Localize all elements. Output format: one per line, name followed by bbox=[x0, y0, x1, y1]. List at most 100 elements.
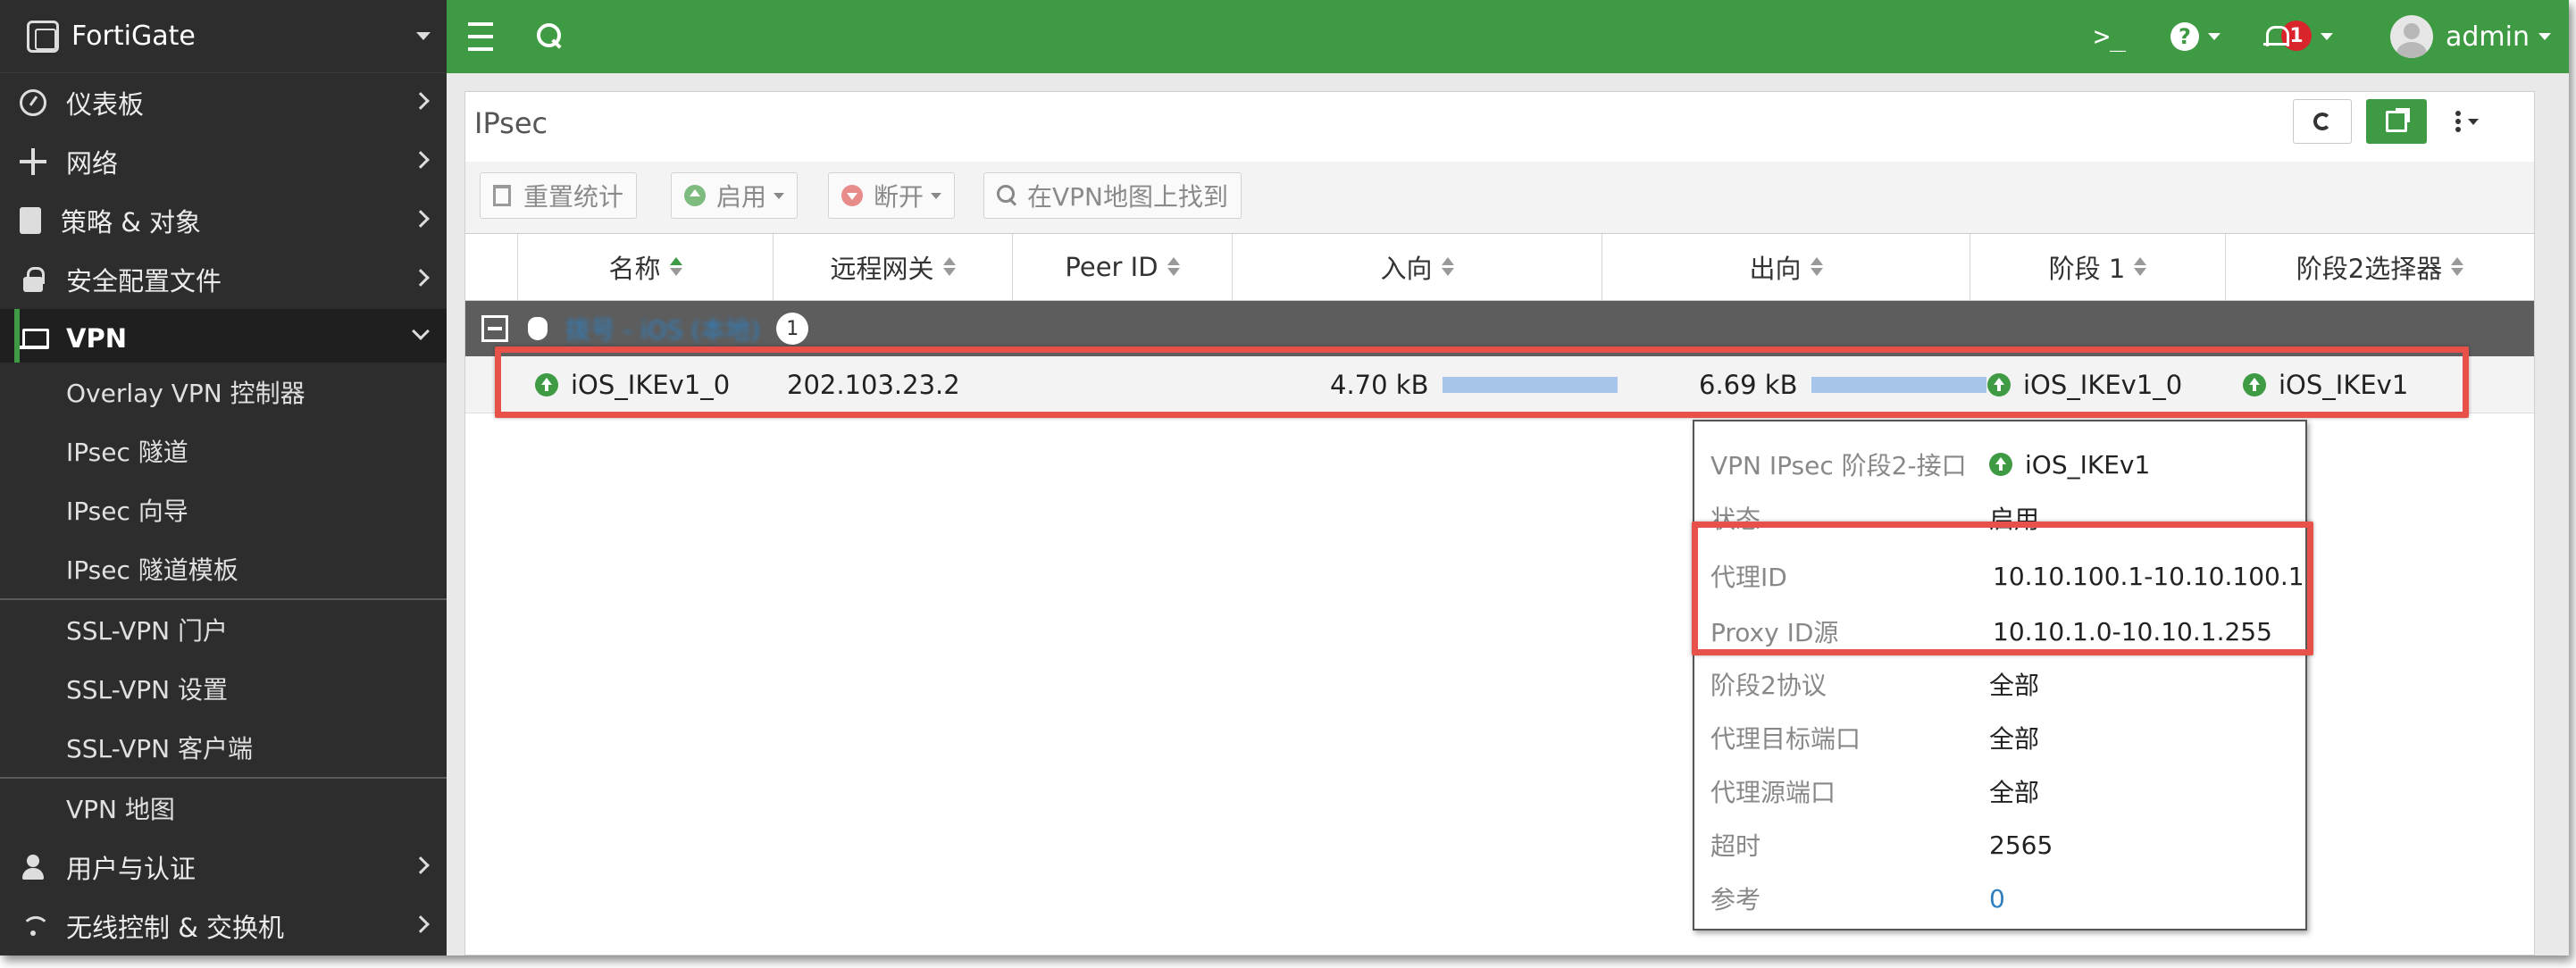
lock-icon bbox=[20, 266, 46, 293]
chevron-down-icon bbox=[774, 192, 785, 199]
sidebar-item-label: 仪表板 bbox=[66, 89, 145, 120]
table-header: 名称 远程网关 Peer ID 入向 出向 阶段 1 阶段2选择器 bbox=[465, 233, 2534, 301]
chevron-down-icon bbox=[412, 322, 430, 340]
apple-icon bbox=[528, 317, 548, 340]
refresh-button[interactable] bbox=[2293, 99, 2352, 144]
arrow-down-circle-icon bbox=[841, 185, 863, 206]
column-header-label: 远程网关 bbox=[830, 254, 934, 284]
column-header-outgoing[interactable]: 出向 bbox=[1602, 234, 1970, 300]
collapse-icon[interactable] bbox=[481, 315, 508, 342]
sidebar-item-label: 安全配置文件 bbox=[66, 266, 222, 296]
chevron-right-icon bbox=[412, 151, 430, 169]
tooltip-value: 全部 bbox=[1989, 671, 2040, 700]
locate-on-vpn-map-button[interactable]: 在VPN地图上找到 bbox=[983, 172, 1242, 219]
search-button[interactable] bbox=[536, 0, 565, 73]
more-options-button[interactable] bbox=[2438, 99, 2497, 144]
help-icon: ? bbox=[2170, 22, 2199, 51]
sidebar-subitem-label: SSL-VPN 门户 bbox=[66, 616, 229, 646]
brand-menu[interactable]: FortiGate bbox=[0, 0, 447, 73]
chevron-right-icon bbox=[412, 856, 430, 874]
user-name: admin bbox=[2446, 21, 2530, 53]
tooltip-reference-link[interactable]: 0 bbox=[1989, 884, 2005, 914]
sidebar-subitem-ssl-portal[interactable]: SSL-VPN 门户 bbox=[0, 600, 447, 659]
chevron-down-icon bbox=[931, 192, 942, 199]
chevron-right-icon bbox=[412, 915, 430, 933]
sidebar-subitem-ssl-settings[interactable]: SSL-VPN 设置 bbox=[0, 659, 447, 718]
sidebar-item-network[interactable]: 网络 bbox=[0, 132, 447, 191]
column-header-phase1[interactable]: 阶段 1 bbox=[1970, 234, 2225, 300]
column-header-peer-id[interactable]: Peer ID bbox=[1012, 234, 1232, 300]
notifications-menu[interactable]: 1 bbox=[2263, 0, 2333, 73]
tooltip-row: VPN IPsec 阶段2-接口 iOS_IKEv1 bbox=[1694, 438, 2307, 491]
sidebar-subitem-label: IPsec 隧道模板 bbox=[66, 555, 238, 585]
sidebar-item-policy[interactable]: 策略 & 对象 bbox=[0, 191, 447, 250]
sort-icon bbox=[2134, 257, 2147, 277]
sidebar-item-security-profiles[interactable]: 安全配置文件 bbox=[0, 250, 447, 309]
tooltip-value: 2565 bbox=[1989, 830, 2053, 860]
sidebar-item-wifi-switch[interactable]: 无线控制 & 交换机 bbox=[0, 897, 447, 955]
tooltip-value: iOS_IKEv1 bbox=[1989, 450, 2150, 480]
sidebar-item-vpn[interactable]: VPN bbox=[0, 309, 447, 368]
help-menu[interactable]: ? bbox=[2170, 0, 2221, 73]
sidebar-subitem-vpn-map[interactable]: VPN 地图 bbox=[0, 779, 447, 838]
sidebar-subitem-ipsec-templates[interactable]: IPsec 隧道模板 bbox=[0, 539, 447, 598]
proxy-id-highlight-box bbox=[1692, 522, 2313, 655]
column-header-remote-gateway[interactable]: 远程网关 bbox=[773, 234, 1012, 300]
wifi-icon bbox=[20, 913, 50, 939]
reset-statistics-label: 重置统计 bbox=[523, 182, 624, 212]
tooltip-row: 参考 0 bbox=[1694, 872, 2307, 925]
bell-icon bbox=[2263, 24, 2289, 49]
sidebar-item-label: 网络 bbox=[66, 148, 119, 179]
sidebar-subitem-overlay-vpn[interactable]: Overlay VPN 控制器 bbox=[0, 363, 447, 421]
column-header-label: 名称 bbox=[608, 254, 661, 284]
column-header-label: 出向 bbox=[1749, 254, 1802, 284]
tooltip-row: 超时 2565 bbox=[1694, 818, 2307, 872]
tooltip-value: 全部 bbox=[1989, 778, 2040, 807]
sidebar-subitem-ssl-clients[interactable]: SSL-VPN 客户端 bbox=[0, 718, 447, 777]
disconnect-label: 断开 bbox=[874, 182, 924, 212]
chevron-down-icon bbox=[2468, 118, 2479, 125]
disconnect-button[interactable]: 断开 bbox=[828, 172, 956, 219]
sidebar-item-dashboard[interactable]: 仪表板 bbox=[0, 73, 447, 132]
arrow-up-circle-icon bbox=[684, 185, 706, 206]
sort-icon bbox=[1167, 257, 1180, 277]
page-title: IPsec bbox=[474, 106, 548, 140]
sort-icon bbox=[1810, 257, 1823, 277]
external-link-icon bbox=[2386, 108, 2410, 132]
tooltip-key: 代理源端口 bbox=[1710, 778, 1836, 807]
tooltip-key: 阶段2协议 bbox=[1710, 671, 1827, 700]
sidebar-subitem-ipsec-wizard[interactable]: IPsec 向导 bbox=[0, 480, 447, 539]
chevron-right-icon bbox=[412, 269, 430, 287]
column-header-label: 阶段2选择器 bbox=[2296, 254, 2443, 284]
sidebar-subitem-label: SSL-VPN 设置 bbox=[66, 675, 229, 705]
column-header-phase2[interactable]: 阶段2选择器 bbox=[2225, 234, 2534, 300]
reset-statistics-button[interactable]: 重置统计 bbox=[480, 172, 638, 219]
sort-icon bbox=[669, 257, 682, 277]
user-menu[interactable]: admin bbox=[2390, 0, 2551, 73]
fortigate-logo-icon bbox=[27, 20, 59, 53]
kebab-menu-icon bbox=[2455, 108, 2461, 135]
column-header-label: 阶段 1 bbox=[2048, 254, 2126, 284]
select-column-header[interactable] bbox=[465, 234, 517, 300]
column-header-incoming[interactable]: 入向 bbox=[1232, 234, 1602, 300]
chevron-down-icon bbox=[2321, 33, 2333, 40]
open-external-button[interactable] bbox=[2366, 99, 2427, 144]
tooltip-key: 超时 bbox=[1710, 831, 1761, 861]
toolbar: 重置统计 启用 断开 在VPN地图上找到 bbox=[465, 162, 2534, 233]
search-icon bbox=[997, 185, 1018, 206]
trash-icon bbox=[493, 185, 511, 206]
column-header-name[interactable]: 名称 bbox=[517, 234, 773, 300]
column-header-label: 入向 bbox=[1380, 254, 1433, 284]
sidebar-item-label: 策略 & 对象 bbox=[61, 207, 202, 238]
sidebar-subitem-ipsec-tunnels[interactable]: IPsec 隧道 bbox=[0, 421, 447, 480]
sidebar-subitem-label: IPsec 向导 bbox=[66, 497, 188, 526]
sidebar-subitem-label: Overlay VPN 控制器 bbox=[66, 379, 305, 408]
move-icon bbox=[20, 148, 46, 175]
hamburger-menu-icon[interactable] bbox=[468, 0, 493, 73]
sidebar-item-label: VPN bbox=[66, 323, 127, 354]
cli-console-button[interactable]: >_ bbox=[2094, 0, 2126, 73]
sidebar-subitem-label: IPsec 隧道 bbox=[66, 438, 188, 467]
enable-button[interactable]: 启用 bbox=[671, 172, 799, 219]
sidebar-item-user-auth[interactable]: 用户与认证 bbox=[0, 838, 447, 897]
tooltip-row: 代理源端口 全部 bbox=[1694, 764, 2307, 818]
